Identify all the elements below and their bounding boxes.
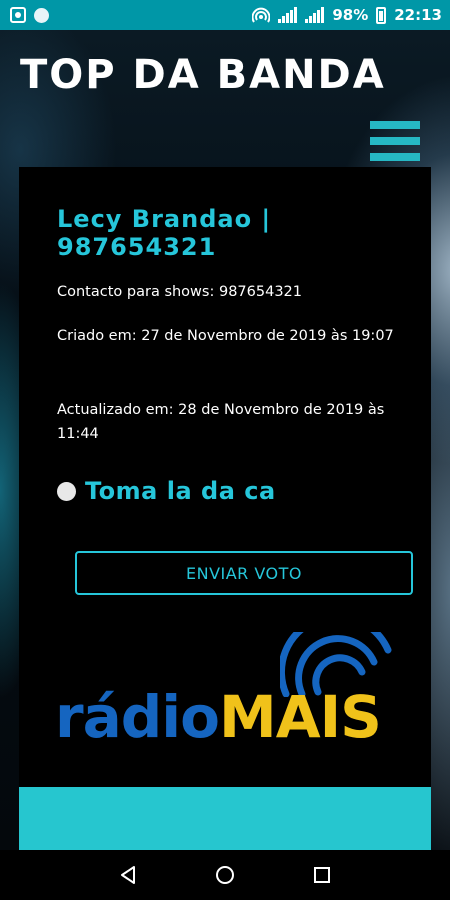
signal-sim1-icon (278, 7, 298, 23)
back-icon[interactable] (108, 855, 148, 895)
song-option[interactable]: Toma la da ca (57, 477, 276, 505)
updated-date: Actualizado em: 28 de Novembro de 2019 à… (57, 402, 385, 442)
navigation-bar (0, 850, 450, 900)
screenshot-notification-icon (10, 7, 26, 23)
battery-icon (376, 6, 387, 24)
artist-card: Lecy Brandao | 987654321 Contacto para s… (19, 167, 431, 850)
song-option-label: Toma la da ca (85, 477, 276, 505)
app-notification-icon (34, 7, 49, 23)
home-icon[interactable] (205, 855, 245, 895)
radio-button-icon[interactable] (57, 481, 76, 501)
hamburger-menu-icon[interactable] (370, 121, 420, 161)
created-date: Criado em: 27 de Novembro de 2019 às 19:… (57, 328, 394, 344)
app-title: TOP DA BANDA (20, 52, 386, 98)
send-vote-button[interactable]: ENVIAR VOTO (75, 551, 413, 595)
recents-icon[interactable] (302, 855, 342, 895)
battery-percent: 98% (332, 6, 369, 24)
logo-text-mais: MAIS (219, 683, 382, 751)
status-bar: 98% 22:13 (0, 0, 450, 30)
signal-sim2-icon (305, 7, 325, 23)
radio-mais-logo: rádioMAIS (55, 632, 400, 752)
logo-text-radio: rádio (55, 683, 220, 751)
footer-banner (19, 787, 431, 850)
hotspot-icon (252, 7, 271, 23)
clock: 22:13 (394, 6, 442, 24)
contact-info: Contacto para shows: 987654321 (57, 284, 302, 300)
artist-heading: Lecy Brandao | 987654321 (57, 205, 272, 261)
